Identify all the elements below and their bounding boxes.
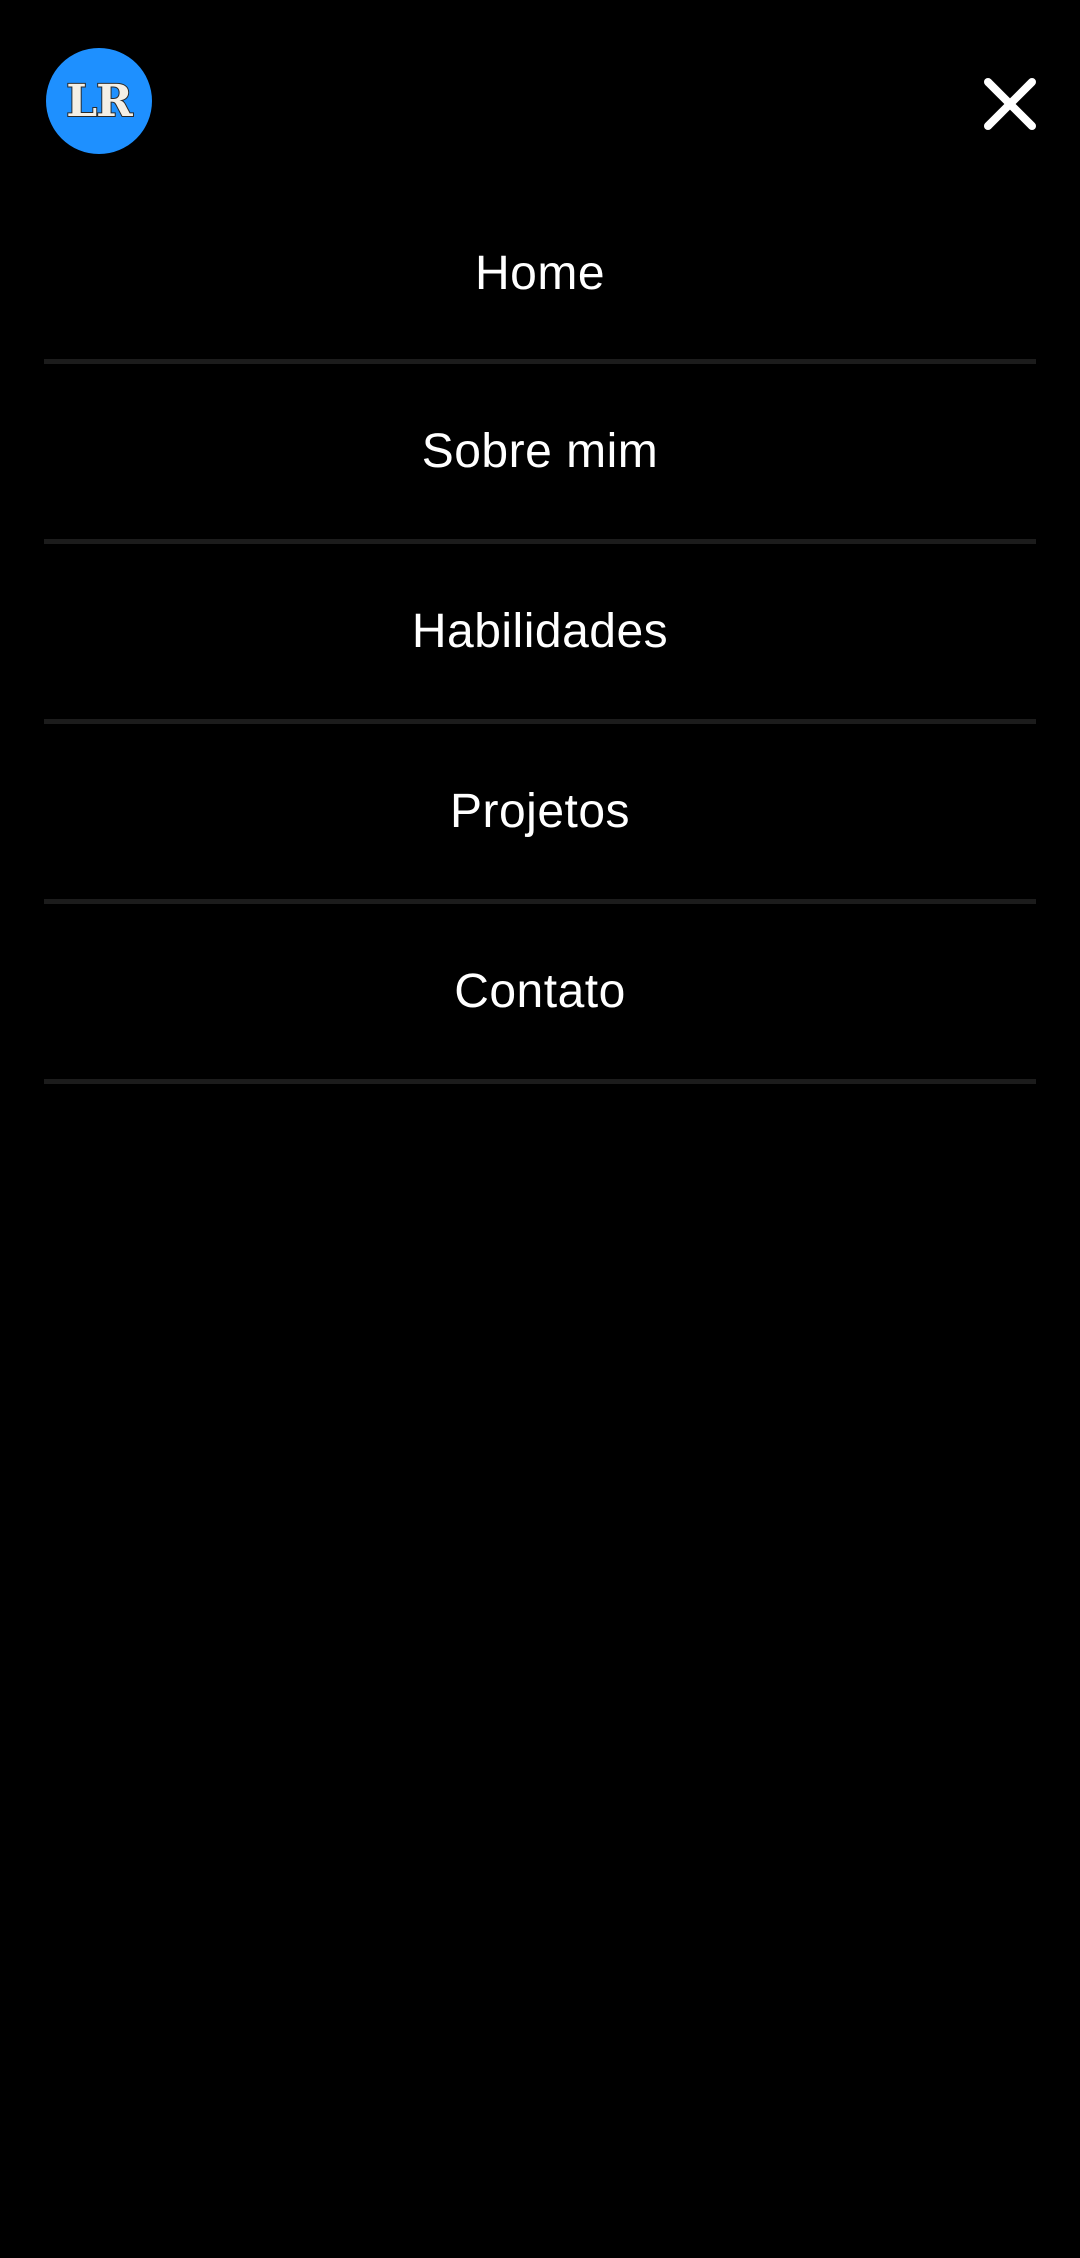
nav-item-projetos[interactable]: Projetos — [44, 724, 1036, 904]
nav-item-home[interactable]: Home — [44, 188, 1036, 364]
close-icon — [984, 78, 1036, 130]
nav-item-habilidades[interactable]: Habilidades — [44, 544, 1036, 724]
nav-item-sobre-mim[interactable]: Sobre mim — [44, 364, 1036, 544]
close-menu-button[interactable] — [972, 70, 1048, 138]
nav-item-label: Sobre mim — [421, 425, 659, 478]
nav-item-label: Projetos — [449, 785, 631, 838]
nav-item-label: Home — [474, 247, 606, 300]
nav-menu: Home Sobre mim Habilidades Projetos Cont… — [44, 188, 1036, 1084]
logo[interactable]: LR — [46, 48, 152, 154]
nav-item-label: Habilidades — [411, 605, 669, 658]
nav-item-contato[interactable]: Contato — [44, 904, 1036, 1084]
header: LR — [0, 0, 1080, 200]
nav-item-label: Contato — [454, 965, 626, 1018]
logo-text: LR — [65, 75, 133, 128]
